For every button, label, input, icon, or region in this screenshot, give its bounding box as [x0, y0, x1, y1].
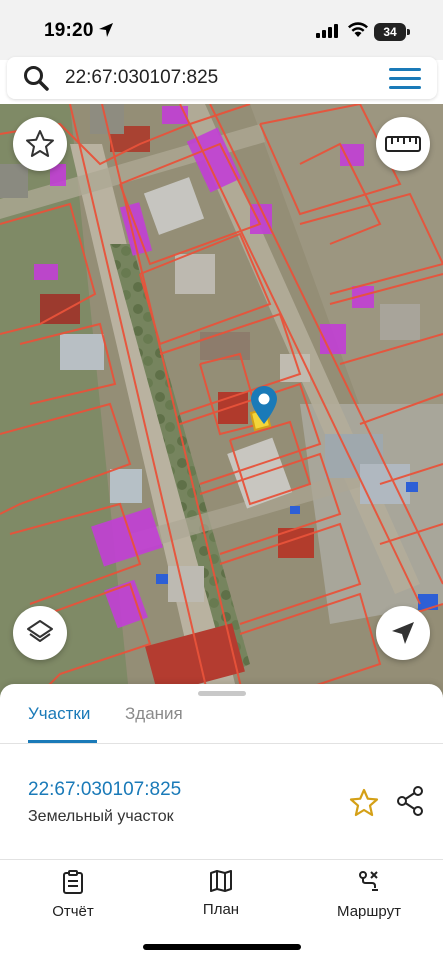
report-clipboard-icon [63, 870, 83, 894]
home-indicator [143, 944, 301, 950]
nav-report[interactable]: Отчёт [13, 870, 133, 920]
battery-indicator: 34 [374, 23, 406, 41]
nav-route[interactable]: Маршрут [309, 870, 429, 920]
tab-buildings[interactable]: Здания [125, 704, 183, 724]
star-outline-icon [26, 130, 54, 157]
star-icon[interactable] [349, 788, 379, 818]
bottom-sheet[interactable]: Участки Здания 22:67:030107:825 Земельны… [0, 684, 443, 960]
nav-route-label: Маршрут [337, 903, 401, 920]
nav-plan[interactable]: План [161, 870, 281, 918]
location-pin-icon[interactable] [251, 386, 277, 424]
battery-cap [407, 29, 410, 35]
my-location-button[interactable] [376, 606, 430, 660]
navigation-arrow-icon [392, 622, 414, 644]
ruler-icon [385, 136, 421, 152]
cellular-signal-icon [316, 24, 338, 38]
map-plan-icon [210, 870, 232, 892]
tabs-divider [0, 743, 443, 744]
layers-button[interactable] [13, 606, 67, 660]
search-input[interactable]: 22:67:030107:825 [65, 67, 218, 89]
sheet-drag-handle[interactable] [198, 691, 246, 696]
layers-icon [27, 620, 53, 642]
status-time: 19:20 [44, 20, 94, 41]
hamburger-menu-icon[interactable] [389, 68, 421, 90]
wifi-icon [348, 22, 368, 37]
status-bar: 19:20 34 [0, 0, 443, 60]
satellite-map[interactable] [0, 104, 443, 704]
location-arrow-icon [99, 23, 113, 37]
share-icon[interactable] [396, 786, 424, 816]
measure-ruler-button[interactable] [376, 117, 430, 171]
nav-report-label: Отчёт [52, 903, 94, 920]
content-divider [0, 859, 443, 860]
favorite-map-button[interactable] [13, 117, 67, 171]
route-icon [359, 871, 378, 891]
search-bar[interactable]: 22:67:030107:825 [7, 57, 437, 99]
tab-parcels[interactable]: Участки [28, 704, 90, 724]
map-view[interactable] [0, 104, 443, 704]
search-icon[interactable] [23, 65, 49, 91]
nav-plan-label: План [202, 901, 240, 918]
parcel-number-link[interactable]: 22:67:030107:825 [28, 779, 181, 801]
parcel-type: Земельный участок [28, 808, 174, 825]
